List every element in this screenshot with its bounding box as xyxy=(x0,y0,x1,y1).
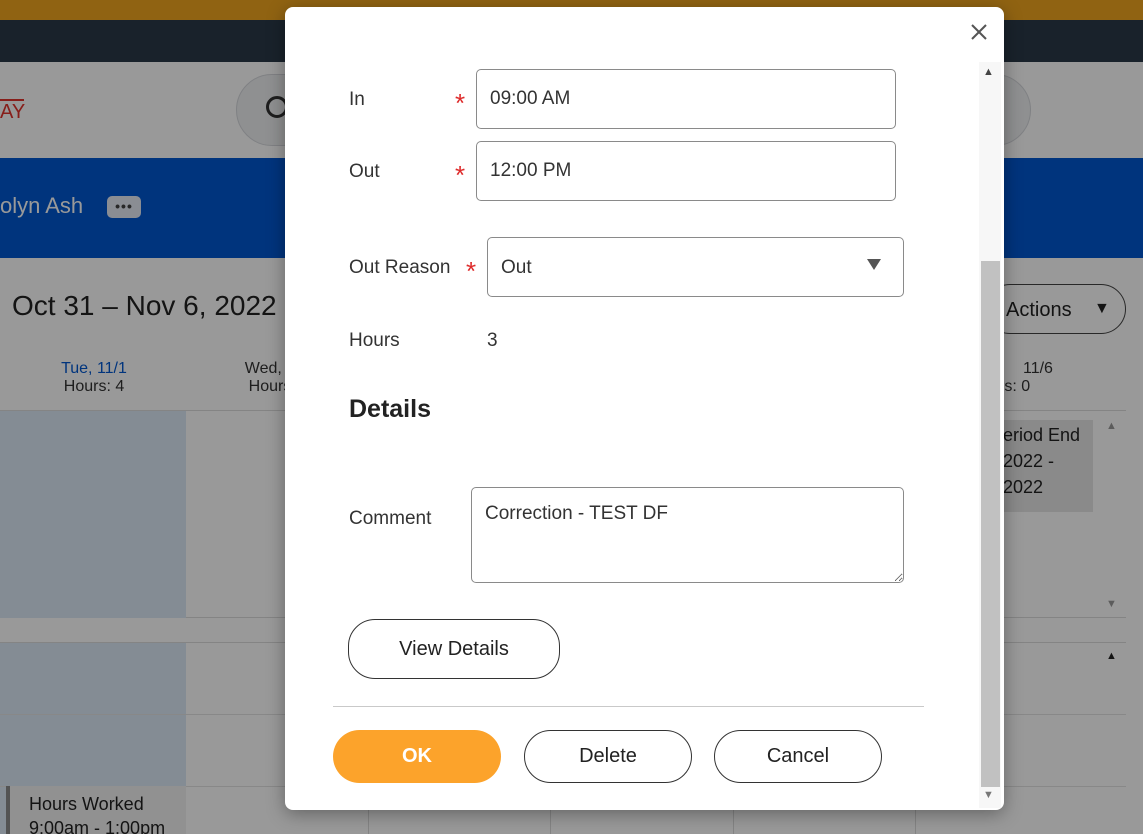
hours-value: 3 xyxy=(487,330,498,351)
details-heading: Details xyxy=(349,395,431,423)
delete-button[interactable]: Delete xyxy=(524,730,692,783)
chevron-up-icon[interactable]: ▲ xyxy=(983,66,994,78)
out-reason-value: Out xyxy=(501,257,532,278)
in-label: In xyxy=(349,89,365,110)
hours-label: Hours xyxy=(349,330,400,351)
close-button[interactable] xyxy=(965,18,993,46)
close-icon xyxy=(971,24,987,40)
out-reason-label: Out Reason xyxy=(349,257,451,278)
comment-label: Comment xyxy=(349,508,432,529)
in-time-input[interactable] xyxy=(476,69,896,129)
chevron-down-icon[interactable]: ▼ xyxy=(983,789,994,801)
dialog-footer-divider xyxy=(333,706,924,707)
required-mark: * xyxy=(466,256,477,286)
out-reason-select[interactable]: Out xyxy=(487,237,904,297)
caret-down-icon xyxy=(867,259,881,270)
dialog-scrollbar-thumb[interactable] xyxy=(981,261,1000,787)
required-mark: * xyxy=(455,160,466,190)
view-details-button[interactable]: View Details xyxy=(348,619,560,679)
cancel-button[interactable]: Cancel xyxy=(714,730,882,783)
ok-button[interactable]: OK xyxy=(333,730,501,783)
out-time-input[interactable] xyxy=(476,141,896,201)
out-label: Out xyxy=(349,161,380,182)
required-mark: * xyxy=(455,88,466,118)
comment-textarea[interactable]: Correction - TEST DF xyxy=(471,487,904,583)
